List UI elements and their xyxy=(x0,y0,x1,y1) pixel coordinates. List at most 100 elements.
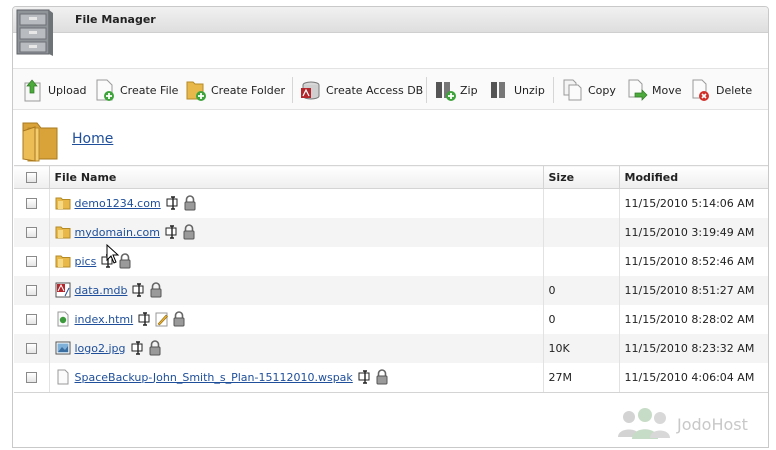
breadcrumb: Home xyxy=(13,111,768,167)
toolbar-separator xyxy=(553,77,554,103)
lock-icon[interactable] xyxy=(118,253,132,269)
file-name-link[interactable]: demo1234.com xyxy=(75,197,161,210)
table-footer-divider xyxy=(14,392,768,393)
create-file-button[interactable]: Create File xyxy=(93,77,178,103)
file-size-cell xyxy=(543,246,620,276)
select-all-cell xyxy=(14,165,50,189)
table-row[interactable]: mydomain.com 11/15/2010 3:19:49 AM xyxy=(14,217,768,247)
file-name-cell: index.html xyxy=(49,304,544,334)
unzip-label: Unzip xyxy=(514,83,545,97)
zip-label: Zip xyxy=(460,83,478,97)
folder-icon xyxy=(55,253,71,269)
file-name-link[interactable]: pics xyxy=(75,255,97,268)
file-name-link[interactable]: mydomain.com xyxy=(75,226,160,239)
row-checkbox[interactable] xyxy=(25,285,37,296)
move-icon xyxy=(628,79,648,101)
html-file-icon xyxy=(55,311,71,327)
delete-button[interactable]: Delete xyxy=(689,77,752,103)
table-row[interactable]: pics 11/15/2010 8:52:46 AM xyxy=(14,246,768,276)
lock-icon[interactable] xyxy=(375,369,389,385)
upload-label: Upload xyxy=(48,83,87,97)
create-access-db-button[interactable]: Create Access DB xyxy=(299,77,423,103)
table-row[interactable]: demo1234.com 11/15/2010 5:14:06 AM xyxy=(14,188,768,218)
rename-icon[interactable] xyxy=(138,311,152,327)
lock-icon[interactable] xyxy=(148,340,162,356)
lock-icon[interactable] xyxy=(182,224,196,240)
file-modified-cell: 11/15/2010 3:19:49 AM xyxy=(619,217,768,247)
select-all-checkbox[interactable] xyxy=(25,172,37,183)
unzip-icon xyxy=(491,82,505,98)
toolbar-separator xyxy=(292,77,293,103)
row-checkbox[interactable] xyxy=(25,256,37,267)
table-row[interactable]: index.html 0 11/15/2010 8:28:02 AM xyxy=(14,304,768,334)
row-checkbox[interactable] xyxy=(25,227,37,238)
move-label: Move xyxy=(652,83,682,97)
copy-icon xyxy=(563,79,582,101)
new-folder-icon xyxy=(186,81,206,101)
rename-icon[interactable] xyxy=(166,195,180,211)
table-row[interactable]: SpaceBackup-John_Smith_s_Plan-15112010.w… xyxy=(14,362,768,392)
move-button[interactable]: Move xyxy=(625,77,682,103)
row-checkbox[interactable] xyxy=(25,314,37,325)
row-checkbox[interactable] xyxy=(25,198,37,210)
row-select-cell xyxy=(14,362,50,392)
folder-icon xyxy=(55,195,71,211)
new-file-icon xyxy=(96,79,114,101)
row-checkbox[interactable] xyxy=(25,343,37,354)
file-list: demo1234.com 11/15/2010 5:14:06 AM mydomai… xyxy=(14,188,768,392)
row-select-cell xyxy=(14,333,50,363)
edit-icon[interactable] xyxy=(155,311,169,327)
access-db-icon xyxy=(301,81,320,100)
upload-icon xyxy=(24,79,41,102)
toolbar-separator xyxy=(426,77,427,103)
delete-icon xyxy=(692,79,709,101)
column-header-name[interactable]: File Name xyxy=(49,165,544,189)
create-file-label: Create File xyxy=(120,83,179,97)
unzip-button[interactable]: Unzip xyxy=(487,77,545,103)
table-header-row: File Name Size Modified xyxy=(14,165,768,189)
lock-icon[interactable] xyxy=(172,311,186,327)
folder-icon xyxy=(22,122,58,162)
file-size-cell: 0 xyxy=(543,275,620,305)
table-row[interactable]: logo2.jpg 10K 11/15/2010 8:23:32 AM xyxy=(14,333,768,363)
table-row[interactable]: data.mdb 0 11/15/2010 8:51:27 AM xyxy=(14,275,768,305)
generic-file-icon xyxy=(55,369,71,385)
rename-icon[interactable] xyxy=(131,340,145,356)
lock-icon[interactable] xyxy=(149,282,163,298)
file-modified-cell: 11/15/2010 5:14:06 AM xyxy=(624,196,755,210)
file-name-cell: pics xyxy=(49,246,544,276)
breadcrumb-home-link[interactable]: Home xyxy=(72,131,113,147)
file-name-cell: SpaceBackup-John_Smith_s_Plan-15112010.w… xyxy=(49,362,544,392)
rename-icon[interactable] xyxy=(132,282,146,298)
file-modified-cell: 11/15/2010 8:23:32 AM xyxy=(619,333,768,363)
file-size-cell: 10K xyxy=(543,333,620,363)
create-folder-button[interactable]: Create Folder xyxy=(184,77,285,103)
file-name-cell: logo2.jpg xyxy=(49,333,544,363)
rename-icon[interactable] xyxy=(165,224,179,240)
file-modified-cell: 11/15/2010 8:52:46 AM xyxy=(624,254,755,268)
file-name-link[interactable]: logo2.jpg xyxy=(75,342,126,355)
lock-icon[interactable] xyxy=(183,195,197,211)
row-checkbox[interactable] xyxy=(25,372,37,383)
file-name-cell: data.mdb xyxy=(49,275,544,305)
file-manager-panel: File Manager Upload Create File Create F… xyxy=(12,6,769,448)
row-select-cell xyxy=(14,275,50,305)
brand-logo: JodoHost xyxy=(615,407,748,441)
column-header-size[interactable]: Size xyxy=(543,165,620,189)
file-name-link[interactable]: index.html xyxy=(75,313,134,326)
file-name-link[interactable]: SpaceBackup-John_Smith_s_Plan-15112010.w… xyxy=(75,371,353,384)
file-name-link[interactable]: data.mdb xyxy=(75,284,128,297)
copy-button[interactable]: Copy xyxy=(561,77,616,103)
folder-icon xyxy=(55,224,71,240)
zip-button[interactable]: Zip xyxy=(433,77,478,103)
rename-icon[interactable] xyxy=(358,369,372,385)
copy-label: Copy xyxy=(588,83,616,97)
row-select-cell xyxy=(14,217,50,247)
zip-icon xyxy=(436,82,456,101)
column-header-modified[interactable]: Modified xyxy=(619,165,768,189)
jodohost-people-icon xyxy=(618,408,670,439)
upload-button[interactable]: Upload xyxy=(21,77,87,103)
file-name-cell: demo1234.com xyxy=(49,188,544,218)
file-name-cell: mydomain.com xyxy=(49,217,544,247)
file-size-cell xyxy=(543,217,620,247)
